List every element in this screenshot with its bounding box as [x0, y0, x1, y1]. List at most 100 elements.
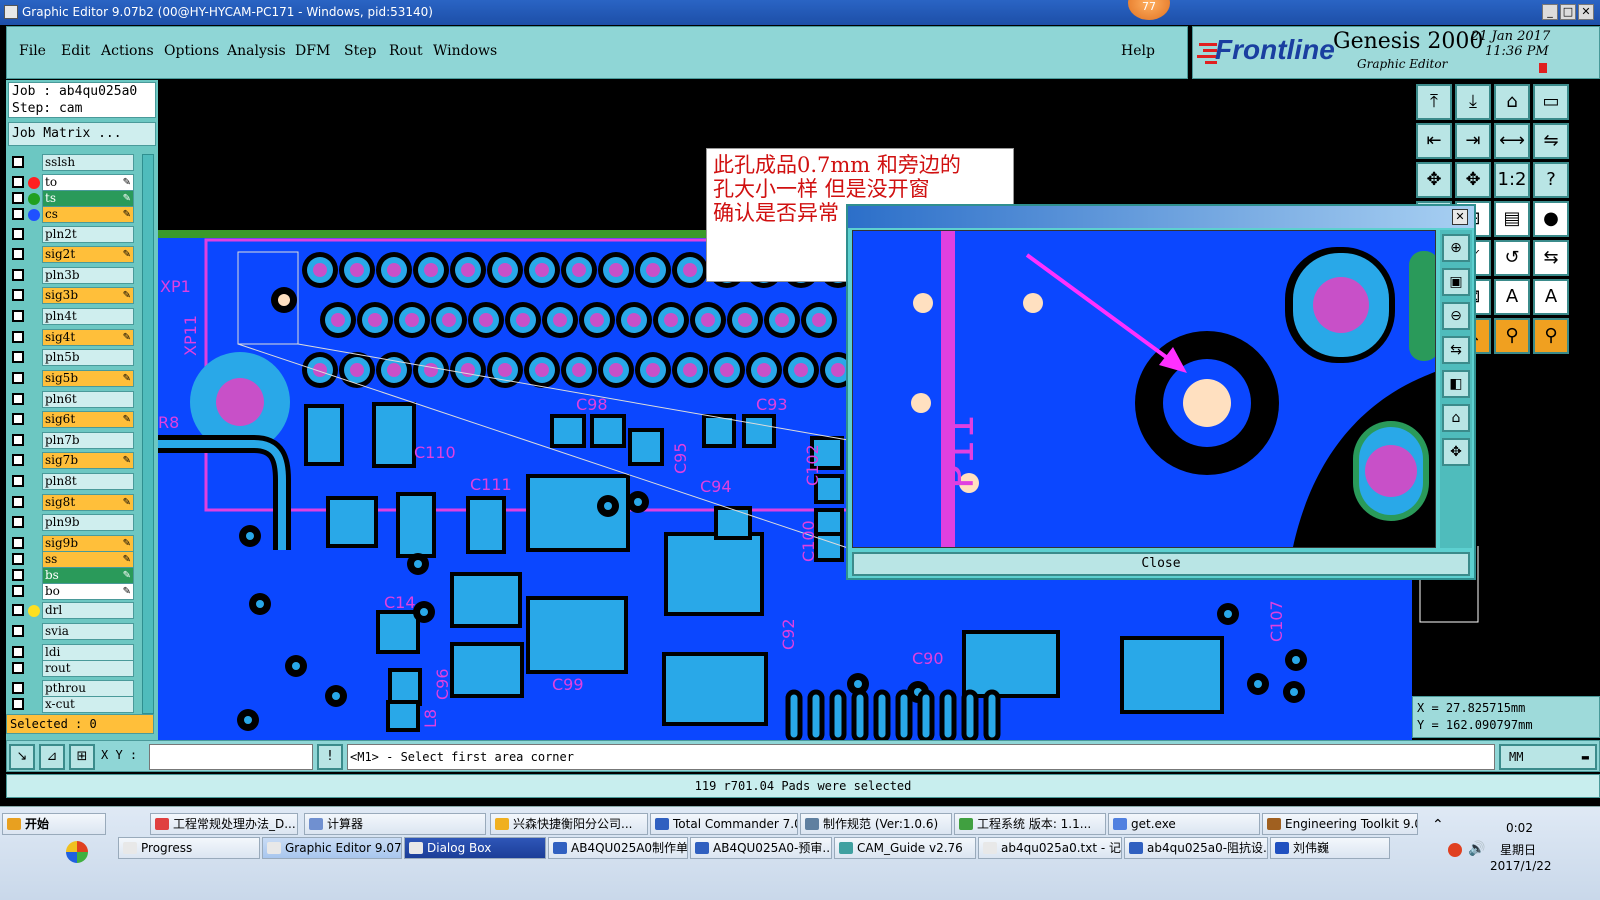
layer-checkbox[interactable] — [12, 156, 24, 168]
tool-swap-icon[interactable]: ⇋ — [1533, 123, 1569, 159]
taskbar-item[interactable]: get.exe — [1108, 813, 1260, 835]
layer-name[interactable]: sig5b ✎ — [42, 370, 134, 387]
layer-name[interactable]: sslsh — [42, 154, 134, 171]
layer-checkbox[interactable] — [12, 269, 24, 281]
layer-row-pln7b[interactable]: pln7b — [10, 432, 136, 449]
taskbar-item[interactable]: CAM_Guide v2.76 — [834, 837, 976, 859]
layer-checkbox[interactable] — [12, 646, 24, 658]
layer-row-ts[interactable]: ts ✎ — [10, 190, 136, 207]
info-icon[interactable]: ! — [317, 744, 343, 770]
layer-checkbox[interactable] — [12, 475, 24, 487]
dialog-close-icon[interactable]: ✕ — [1452, 209, 1468, 225]
layer-name[interactable]: sig6t ✎ — [42, 411, 134, 428]
layer-name[interactable]: sig4t ✎ — [42, 329, 134, 346]
layer-checkbox[interactable] — [12, 569, 24, 581]
layer-checkbox[interactable] — [12, 192, 24, 204]
layer-checkbox[interactable] — [12, 393, 24, 405]
grid-icon[interactable]: ⊞ — [69, 744, 95, 770]
tool-center-icon[interactable]: ✥ — [1455, 162, 1491, 198]
quick-launch-icon[interactable] — [66, 841, 88, 863]
measure-icon[interactable]: ⊿ — [39, 744, 65, 770]
menu-rout[interactable]: Rout — [389, 43, 423, 59]
volume-icon[interactable]: 🔊 — [1468, 841, 1485, 857]
taskbar-item[interactable]: 工程常规处理办法_D... — [150, 813, 298, 835]
layer-row-sig9b[interactable]: sig9b ✎ — [10, 535, 136, 552]
layer-name[interactable]: drl — [42, 602, 134, 619]
layer-row-x-cut[interactable]: x-cut — [10, 696, 136, 713]
tool-point-icon[interactable]: ● — [1533, 201, 1569, 237]
dialog-tool-fit[interactable]: ▣ — [1442, 268, 1470, 296]
layer-name[interactable]: pln7b — [42, 432, 134, 449]
menu-options[interactable]: Options — [164, 43, 219, 59]
layer-row-pln5b[interactable]: pln5b — [10, 349, 136, 366]
zoom-view[interactable]: P11 — [852, 230, 1436, 548]
layer-row-pln2t[interactable]: pln2t — [10, 226, 136, 243]
layer-row-bo[interactable]: bo ✎ — [10, 583, 136, 600]
taskbar-item[interactable]: 工程系统 版本: 1.1... — [954, 813, 1106, 835]
tool-fit-icon[interactable]: ✥ — [1416, 162, 1452, 198]
layer-name[interactable]: pln4t — [42, 308, 134, 325]
layer-checkbox[interactable] — [12, 496, 24, 508]
layer-name[interactable]: pln2t — [42, 226, 134, 243]
layer-name[interactable]: sig2t ✎ — [42, 246, 134, 263]
layer-checkbox[interactable] — [12, 625, 24, 637]
layer-checkbox[interactable] — [12, 585, 24, 597]
menu-actions[interactable]: Actions — [101, 43, 154, 59]
layer-row-pln3b[interactable]: pln3b — [10, 267, 136, 284]
layer-name[interactable]: bo ✎ — [42, 583, 134, 600]
layer-row-ldi[interactable]: ldi — [10, 644, 136, 661]
layer-checkbox[interactable] — [12, 208, 24, 220]
layer-checkbox[interactable] — [12, 516, 24, 528]
layer-name[interactable]: svia — [42, 623, 134, 640]
layer-row-sig2t[interactable]: sig2t ✎ — [10, 246, 136, 263]
taskbar-item[interactable]: 刘伟巍 — [1270, 837, 1390, 859]
snap-icon[interactable]: ↘ — [9, 744, 35, 770]
layer-checkbox[interactable] — [12, 662, 24, 674]
layer-row-sig7b[interactable]: sig7b ✎ — [10, 452, 136, 469]
layer-name[interactable]: pln6t — [42, 391, 134, 408]
layer-name[interactable]: cs ✎ — [42, 206, 134, 223]
menu-file[interactable]: File — [19, 43, 46, 59]
layer-row-drl[interactable]: drl — [10, 602, 136, 619]
dialog-tool-zoom-in[interactable]: ⊕ — [1442, 234, 1470, 262]
layer-row-sig5b[interactable]: sig5b ✎ — [10, 370, 136, 387]
layer-row-pln4t[interactable]: pln4t — [10, 308, 136, 325]
layer-checkbox[interactable] — [12, 248, 24, 260]
taskbar-item[interactable]: Dialog Box — [404, 837, 546, 859]
menu-dfm[interactable]: DFM — [295, 43, 330, 59]
layer-row-pln9b[interactable]: pln9b — [10, 514, 136, 531]
minimize-button[interactable]: _ — [1542, 4, 1558, 20]
dialog-tool-home[interactable]: ⌂ — [1442, 404, 1470, 432]
tray-app-icon[interactable] — [1448, 843, 1462, 857]
layer-checkbox[interactable] — [12, 454, 24, 466]
layer-name[interactable]: bs ✎ — [42, 567, 134, 584]
taskbar-item[interactable]: ab4qu025a0-阻抗设... — [1124, 837, 1268, 859]
tool-text-a-icon[interactable]: A — [1494, 279, 1530, 315]
start-button[interactable]: 开始 — [2, 813, 106, 835]
layer-checkbox[interactable] — [12, 553, 24, 565]
dialog-tool-center[interactable]: ✥ — [1442, 438, 1470, 466]
tray-expand-icon[interactable]: ⌃ — [1432, 817, 1444, 833]
menu-help[interactable]: Help — [1121, 43, 1155, 59]
layer-name[interactable]: ts ✎ — [42, 190, 134, 207]
layer-row-sslsh[interactable]: sslsh — [10, 154, 136, 171]
tool-flip-icon[interactable]: ⇆ — [1533, 240, 1569, 276]
tool-right-icon[interactable]: ⇥ — [1455, 123, 1491, 159]
menu-analysis[interactable]: Analysis — [227, 43, 286, 59]
layer-checkbox[interactable] — [12, 413, 24, 425]
tool-pan-h-icon[interactable]: ⟷ — [1494, 123, 1530, 159]
layer-row-sig4t[interactable]: sig4t ✎ — [10, 329, 136, 346]
dialog-tool-zoom-out[interactable]: ⊖ — [1442, 302, 1470, 330]
layer-row-cs[interactable]: cs ✎ — [10, 206, 136, 223]
layer-name[interactable]: pln9b — [42, 514, 134, 531]
dialog-close-button[interactable]: Close — [852, 552, 1470, 576]
layer-row-to[interactable]: to ✎ — [10, 174, 136, 191]
dialog-tool-pan[interactable]: ⇆ — [1442, 336, 1470, 364]
taskbar-item[interactable]: Graphic Editor 9.07... — [262, 837, 402, 859]
tool-up-icon[interactable]: ⤒ — [1416, 84, 1452, 120]
tool-ruler-icon[interactable]: ▤ — [1494, 201, 1530, 237]
taskbar-item[interactable]: Total Commander 7.0 p... — [650, 813, 798, 835]
tool-text-b-icon[interactable]: A — [1533, 279, 1569, 315]
tool-home-icon[interactable]: ⌂ — [1494, 84, 1530, 120]
layer-row-pthrou[interactable]: pthrou — [10, 680, 136, 697]
